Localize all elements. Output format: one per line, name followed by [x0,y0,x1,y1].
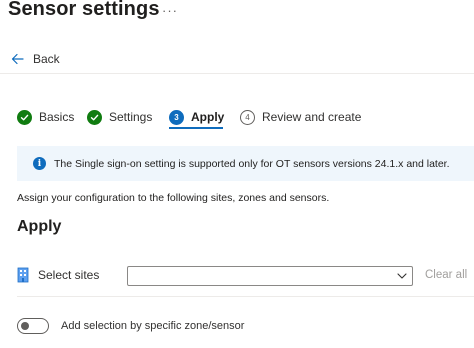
more-options-button[interactable]: ··· [162,3,178,18]
toggle-knob [21,322,29,330]
info-bar-text: The Single sign-on setting is supported … [54,157,450,170]
page-title: Sensor settings [8,0,160,20]
info-bar: i The Single sign-on setting is supporte… [17,146,474,181]
step-number-badge: 3 [169,109,184,125]
zone-sensor-toggle[interactable] [17,318,49,334]
active-step-indicator [169,127,223,129]
chevron-down-icon [397,273,407,279]
back-button[interactable]: Back [11,50,60,68]
step-label: Basics [39,110,75,124]
step-settings[interactable]: Settings [87,108,152,126]
step-number-badge: 4 [240,109,255,125]
building-icon [17,267,29,283]
step-review-and-create[interactable]: 4 Review and create [240,108,361,126]
back-label: Back [33,52,60,66]
step-label: Settings [109,110,153,124]
select-sites-row: Select sites Clear all [17,266,474,286]
clear-all-button[interactable]: Clear all [425,269,467,281]
info-icon: i [33,157,46,170]
checkmark-icon [87,109,102,125]
arrow-left-icon [11,53,24,65]
step-label: Review and create [262,110,362,124]
step-label: Apply [191,110,225,124]
step-basics[interactable]: Basics [17,108,74,126]
select-sites-label: Select sites [38,268,100,282]
header-divider [0,73,474,74]
section-divider [17,296,474,297]
checkmark-icon [17,109,32,125]
step-apply[interactable]: 3 Apply [169,108,224,126]
zone-sensor-toggle-row: Add selection by specific zone/sensor [17,318,244,334]
section-title: Apply [17,218,62,235]
toggle-label: Add selection by specific zone/sensor [61,320,245,332]
assign-description: Assign your configuration to the followi… [17,192,330,204]
select-sites-dropdown[interactable] [127,266,413,286]
